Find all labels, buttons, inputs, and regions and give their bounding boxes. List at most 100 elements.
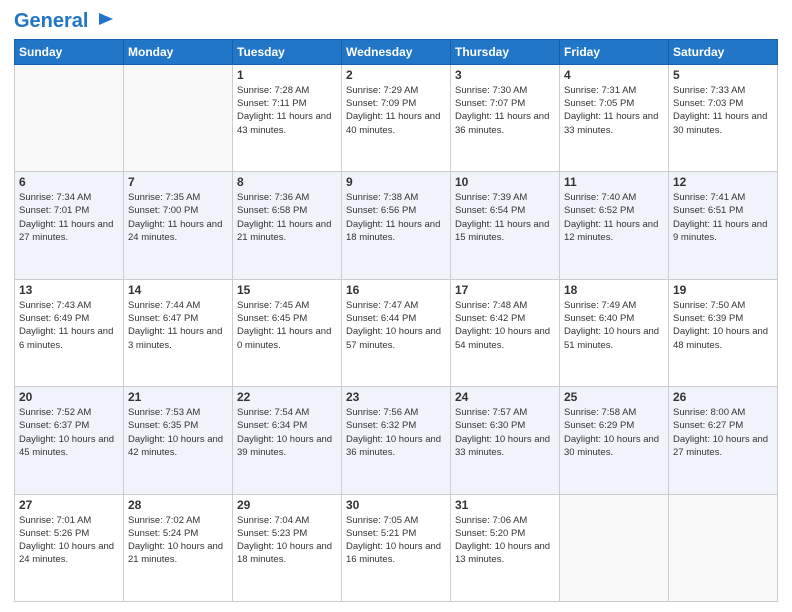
day-info: Sunrise: 7:47 AM Sunset: 6:44 PM Dayligh… — [346, 299, 446, 352]
day-number: 1 — [237, 68, 337, 82]
calendar-cell — [15, 64, 124, 171]
day-info: Sunrise: 7:45 AM Sunset: 6:45 PM Dayligh… — [237, 299, 337, 352]
logo-general: General — [14, 10, 88, 32]
calendar-cell: 5 Sunrise: 7:33 AM Sunset: 7:03 PM Daylig… — [669, 64, 778, 171]
calendar-week-0: 1 Sunrise: 7:28 AM Sunset: 7:11 PM Daylig… — [15, 64, 778, 171]
calendar-cell: 11 Sunrise: 7:40 AM Sunset: 6:52 PM Dayli… — [560, 172, 669, 279]
day-number: 4 — [564, 68, 664, 82]
calendar-header-row: SundayMondayTuesdayWednesdayThursdayFrid… — [15, 39, 778, 64]
calendar-cell: 1 Sunrise: 7:28 AM Sunset: 7:11 PM Daylig… — [233, 64, 342, 171]
day-number: 7 — [128, 175, 228, 189]
day-info: Sunrise: 7:01 AM Sunset: 5:26 PM Dayligh… — [19, 514, 119, 567]
calendar-table: SundayMondayTuesdayWednesdayThursdayFrid… — [14, 39, 778, 602]
col-header-thursday: Thursday — [451, 39, 560, 64]
day-number: 31 — [455, 498, 555, 512]
day-info: Sunrise: 7:34 AM Sunset: 7:01 PM Dayligh… — [19, 191, 119, 244]
calendar-cell: 6 Sunrise: 7:34 AM Sunset: 7:01 PM Daylig… — [15, 172, 124, 279]
day-number: 30 — [346, 498, 446, 512]
day-info: Sunrise: 7:35 AM Sunset: 7:00 PM Dayligh… — [128, 191, 228, 244]
col-header-tuesday: Tuesday — [233, 39, 342, 64]
day-info: Sunrise: 7:58 AM Sunset: 6:29 PM Dayligh… — [564, 406, 664, 459]
calendar-cell: 22 Sunrise: 7:54 AM Sunset: 6:34 PM Dayli… — [233, 387, 342, 494]
day-number: 14 — [128, 283, 228, 297]
calendar-week-2: 13 Sunrise: 7:43 AM Sunset: 6:49 PM Dayli… — [15, 279, 778, 386]
page: General SundayMondayTuesdayWednesdayThur… — [0, 0, 792, 612]
day-number: 19 — [673, 283, 773, 297]
day-info: Sunrise: 7:06 AM Sunset: 5:20 PM Dayligh… — [455, 514, 555, 567]
col-header-sunday: Sunday — [15, 39, 124, 64]
calendar-week-3: 20 Sunrise: 7:52 AM Sunset: 6:37 PM Dayli… — [15, 387, 778, 494]
day-info: Sunrise: 7:43 AM Sunset: 6:49 PM Dayligh… — [19, 299, 119, 352]
day-number: 5 — [673, 68, 773, 82]
calendar-cell: 28 Sunrise: 7:02 AM Sunset: 5:24 PM Dayli… — [124, 494, 233, 601]
day-info: Sunrise: 7:52 AM Sunset: 6:37 PM Dayligh… — [19, 406, 119, 459]
day-info: Sunrise: 7:36 AM Sunset: 6:58 PM Dayligh… — [237, 191, 337, 244]
calendar-cell: 2Sunrise: 7:29 AM Sunset: 7:09 PM Daylig… — [342, 64, 451, 171]
calendar-week-1: 6 Sunrise: 7:34 AM Sunset: 7:01 PM Daylig… — [15, 172, 778, 279]
day-number: 22 — [237, 390, 337, 404]
calendar-cell: 19Sunrise: 7:50 AM Sunset: 6:39 PM Dayli… — [669, 279, 778, 386]
day-number: 15 — [237, 283, 337, 297]
day-number: 25 — [564, 390, 664, 404]
day-number: 20 — [19, 390, 119, 404]
day-number: 28 — [128, 498, 228, 512]
day-number: 29 — [237, 498, 337, 512]
day-number: 8 — [237, 175, 337, 189]
day-info: Sunrise: 7:33 AM Sunset: 7:03 PM Dayligh… — [673, 84, 773, 137]
day-info: Sunrise: 7:48 AM Sunset: 6:42 PM Dayligh… — [455, 299, 555, 352]
day-number: 23 — [346, 390, 446, 404]
col-header-saturday: Saturday — [669, 39, 778, 64]
calendar-cell: 29 Sunrise: 7:04 AM Sunset: 5:23 PM Dayli… — [233, 494, 342, 601]
calendar-cell — [669, 494, 778, 601]
calendar-cell: 15 Sunrise: 7:45 AM Sunset: 6:45 PM Dayli… — [233, 279, 342, 386]
day-number: 16 — [346, 283, 446, 297]
calendar-cell: 10Sunrise: 7:39 AM Sunset: 6:54 PM Dayli… — [451, 172, 560, 279]
day-number: 9 — [346, 175, 446, 189]
col-header-monday: Monday — [124, 39, 233, 64]
day-info: Sunrise: 7:57 AM Sunset: 6:30 PM Dayligh… — [455, 406, 555, 459]
day-info: Sunrise: 7:49 AM Sunset: 6:40 PM Dayligh… — [564, 299, 664, 352]
calendar-cell: 20 Sunrise: 7:52 AM Sunset: 6:37 PM Dayli… — [15, 387, 124, 494]
day-info: Sunrise: 7:02 AM Sunset: 5:24 PM Dayligh… — [128, 514, 228, 567]
logo-flag-icon — [95, 11, 117, 33]
day-info: Sunrise: 7:04 AM Sunset: 5:23 PM Dayligh… — [237, 514, 337, 567]
calendar-cell: 14 Sunrise: 7:44 AM Sunset: 6:47 PM Dayli… — [124, 279, 233, 386]
calendar-cell: 7 Sunrise: 7:35 AM Sunset: 7:00 PM Daylig… — [124, 172, 233, 279]
day-info: Sunrise: 7:54 AM Sunset: 6:34 PM Dayligh… — [237, 406, 337, 459]
calendar-cell: 4 Sunrise: 7:31 AM Sunset: 7:05 PM Daylig… — [560, 64, 669, 171]
calendar-cell: 12Sunrise: 7:41 AM Sunset: 6:51 PM Dayli… — [669, 172, 778, 279]
day-info: Sunrise: 8:00 AM Sunset: 6:27 PM Dayligh… — [673, 406, 773, 459]
header: General — [14, 10, 778, 33]
day-info: Sunrise: 7:38 AM Sunset: 6:56 PM Dayligh… — [346, 191, 446, 244]
calendar-cell: 25 Sunrise: 7:58 AM Sunset: 6:29 PM Dayli… — [560, 387, 669, 494]
col-header-wednesday: Wednesday — [342, 39, 451, 64]
calendar-cell: 13 Sunrise: 7:43 AM Sunset: 6:49 PM Dayli… — [15, 279, 124, 386]
day-info: Sunrise: 7:39 AM Sunset: 6:54 PM Dayligh… — [455, 191, 555, 244]
calendar-cell: 21Sunrise: 7:53 AM Sunset: 6:35 PM Dayli… — [124, 387, 233, 494]
day-number: 12 — [673, 175, 773, 189]
day-info: Sunrise: 7:30 AM Sunset: 7:07 PM Dayligh… — [455, 84, 555, 137]
day-number: 17 — [455, 283, 555, 297]
day-number: 11 — [564, 175, 664, 189]
day-number: 26 — [673, 390, 773, 404]
day-info: Sunrise: 7:40 AM Sunset: 6:52 PM Dayligh… — [564, 191, 664, 244]
calendar-cell: 24 Sunrise: 7:57 AM Sunset: 6:30 PM Dayli… — [451, 387, 560, 494]
logo: General — [14, 10, 118, 33]
calendar-cell: 26 Sunrise: 8:00 AM Sunset: 6:27 PM Dayli… — [669, 387, 778, 494]
col-header-friday: Friday — [560, 39, 669, 64]
day-number: 13 — [19, 283, 119, 297]
day-number: 3 — [455, 68, 555, 82]
calendar-week-4: 27 Sunrise: 7:01 AM Sunset: 5:26 PM Dayli… — [15, 494, 778, 601]
calendar-cell: 3 Sunrise: 7:30 AM Sunset: 7:07 PM Daylig… — [451, 64, 560, 171]
day-number: 27 — [19, 498, 119, 512]
day-info: Sunrise: 7:56 AM Sunset: 6:32 PM Dayligh… — [346, 406, 446, 459]
day-number: 6 — [19, 175, 119, 189]
logo-text: General — [14, 10, 118, 33]
calendar-cell: 23 Sunrise: 7:56 AM Sunset: 6:32 PM Dayli… — [342, 387, 451, 494]
calendar-cell: 8 Sunrise: 7:36 AM Sunset: 6:58 PM Daylig… — [233, 172, 342, 279]
day-info: Sunrise: 7:44 AM Sunset: 6:47 PM Dayligh… — [128, 299, 228, 352]
day-info: Sunrise: 7:28 AM Sunset: 7:11 PM Dayligh… — [237, 84, 337, 137]
day-number: 24 — [455, 390, 555, 404]
calendar-cell: 17 Sunrise: 7:48 AM Sunset: 6:42 PM Dayli… — [451, 279, 560, 386]
day-info: Sunrise: 7:31 AM Sunset: 7:05 PM Dayligh… — [564, 84, 664, 137]
